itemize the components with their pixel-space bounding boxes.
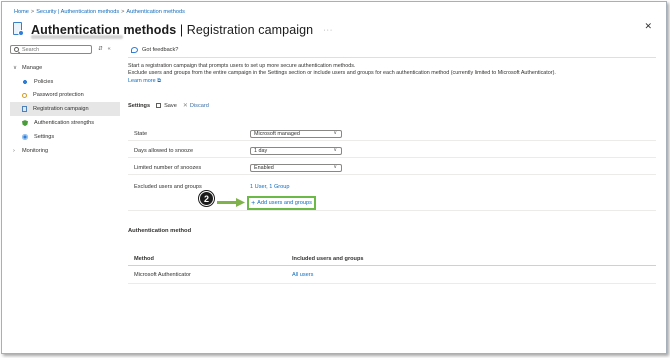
sidebar-item-label: Monitoring bbox=[22, 147, 49, 154]
sidebar-item-authentication-strengths[interactable]: Authentication strengths bbox=[10, 116, 120, 130]
close-icon: ✕ bbox=[182, 103, 188, 109]
chevron-down-icon: ∨ bbox=[13, 64, 18, 71]
redacted-subtitle bbox=[31, 35, 123, 39]
save-label: Save bbox=[164, 102, 177, 109]
table-header: Method Included users and groups bbox=[128, 250, 656, 266]
feedback-label: Got feedback? bbox=[142, 47, 179, 53]
breadcrumb-auth-methods[interactable]: Authentication methods bbox=[126, 9, 184, 15]
breadcrumb-home[interactable]: Home bbox=[14, 9, 29, 15]
intro-line-1: Start a registration campaign that promp… bbox=[128, 63, 356, 69]
page-title-rest: | Registration campaign bbox=[176, 23, 314, 37]
key-icon bbox=[22, 92, 27, 98]
state-value: Microsoft managed bbox=[254, 131, 300, 137]
chevron-down-icon: ∨ bbox=[333, 147, 337, 153]
save-icon bbox=[156, 103, 162, 108]
sidebar-item-settings[interactable]: Settings bbox=[10, 130, 120, 144]
column-included: Included users and groups bbox=[292, 256, 364, 262]
divider bbox=[128, 57, 656, 58]
external-link-icon: ⧉ bbox=[157, 77, 161, 84]
table-row: Microsoft Authenticator All users bbox=[128, 266, 656, 284]
snoozes-row: Limited number of snoozes Enabled ∨ bbox=[128, 162, 656, 175]
state-label: State bbox=[134, 131, 148, 137]
excluded-label: Excluded users and groups bbox=[134, 183, 202, 190]
sidebar-item-password-protection[interactable]: Password protection bbox=[10, 89, 120, 103]
sidebar: ⇵« ∨ Manage Policies Password protection… bbox=[10, 45, 120, 158]
sidebar-nav: ∨ Manage Policies Password protection Re… bbox=[10, 61, 120, 158]
snoozes-label: Limited number of snoozes bbox=[134, 165, 202, 171]
method-cell: Microsoft Authenticator bbox=[134, 272, 191, 278]
snoozes-dropdown[interactable]: Enabled ∨ bbox=[250, 164, 342, 172]
chevron-down-icon: ∨ bbox=[333, 130, 337, 136]
days-label: Days allowed to snooze bbox=[134, 148, 194, 154]
state-dropdown[interactable]: Microsoft managed ∨ bbox=[250, 130, 342, 138]
sort-icon[interactable]: ⇵ bbox=[98, 46, 108, 52]
breadcrumb-separator: > bbox=[121, 9, 125, 15]
discard-button[interactable]: ✕ Discard bbox=[182, 102, 209, 110]
sidebar-item-policies[interactable]: Policies bbox=[10, 75, 120, 89]
add-users-and-groups-button[interactable]: + Add users and groups bbox=[247, 196, 316, 210]
sidebar-item-label: Manage bbox=[22, 64, 43, 71]
intro-text: Start a registration campaign that promp… bbox=[128, 63, 556, 85]
sidebar-item-label: Policies bbox=[34, 78, 54, 85]
save-button[interactable]: Save bbox=[156, 103, 177, 109]
auth-method-table: Method Included users and groups Microso… bbox=[128, 250, 656, 284]
add-users-label: Add users and groups bbox=[257, 200, 312, 206]
intro-line-2: Exclude users and groups from the entire… bbox=[128, 70, 556, 77]
registration-campaign-icon bbox=[12, 22, 25, 38]
sidebar-item-label: Settings bbox=[34, 133, 55, 140]
discard-label: Discard bbox=[189, 102, 209, 109]
sidebar-item-label: Authentication strengths bbox=[34, 120, 95, 127]
step-badge: 2 bbox=[199, 191, 214, 206]
sidebar-item-label: Password protection bbox=[33, 92, 84, 99]
snoozes-value: Enabled bbox=[254, 165, 274, 171]
close-icon[interactable]: ✕ bbox=[644, 21, 652, 32]
sidebar-item-monitoring[interactable]: › Monitoring bbox=[10, 144, 120, 158]
settings-toolbar: Settings Save ✕ Discard bbox=[128, 102, 215, 110]
column-method: Method bbox=[134, 256, 154, 262]
chevron-right-icon: › bbox=[13, 147, 15, 154]
portal-window: Home > Security | Authentication methods > A… bbox=[1, 1, 667, 354]
plus-icon: + bbox=[251, 199, 256, 207]
days-value: 1 day bbox=[254, 148, 268, 154]
sidebar-item-manage[interactable]: ∨ Manage bbox=[10, 61, 120, 75]
breadcrumb-security[interactable]: Security | Authentication methods bbox=[36, 9, 119, 15]
search-icon bbox=[14, 47, 19, 52]
days-row: Days allowed to snooze 1 day ∨ bbox=[128, 145, 656, 158]
feedback-button[interactable]: Got feedback? bbox=[128, 45, 658, 55]
auth-method-heading: Authentication method bbox=[128, 228, 192, 234]
gear-icon bbox=[22, 133, 28, 140]
included-link[interactable]: All users bbox=[292, 272, 313, 278]
main-content: Got feedback? Start a registration campa… bbox=[128, 45, 658, 211]
collapse-icon[interactable]: « bbox=[108, 46, 116, 52]
document-icon bbox=[22, 106, 27, 113]
more-options-icon[interactable]: ··· bbox=[323, 27, 333, 34]
feedback-icon bbox=[131, 47, 138, 53]
search-input[interactable] bbox=[22, 46, 82, 53]
learn-more-link[interactable]: Learn more ⧉ bbox=[128, 78, 556, 85]
chevron-down-icon: ∨ bbox=[333, 164, 337, 170]
sidebar-item-label: Registration campaign bbox=[33, 106, 89, 113]
excluded-link[interactable]: 1 User, 1 Group bbox=[250, 184, 290, 190]
days-dropdown[interactable]: 1 day ∨ bbox=[250, 147, 342, 155]
settings-heading: Settings bbox=[128, 102, 151, 109]
breadcrumb: Home > Security | Authentication methods > A… bbox=[14, 9, 185, 15]
arrow-right-icon bbox=[217, 198, 245, 207]
sidebar-item-registration-campaign[interactable]: Registration campaign bbox=[10, 102, 120, 117]
breadcrumb-separator: > bbox=[30, 9, 35, 15]
sidebar-search[interactable] bbox=[10, 45, 92, 54]
shield-icon bbox=[22, 120, 28, 127]
policies-icon bbox=[22, 78, 28, 85]
state-row: State Microsoft managed ∨ bbox=[128, 128, 656, 141]
sidebar-tools: ⇵« bbox=[98, 46, 116, 52]
